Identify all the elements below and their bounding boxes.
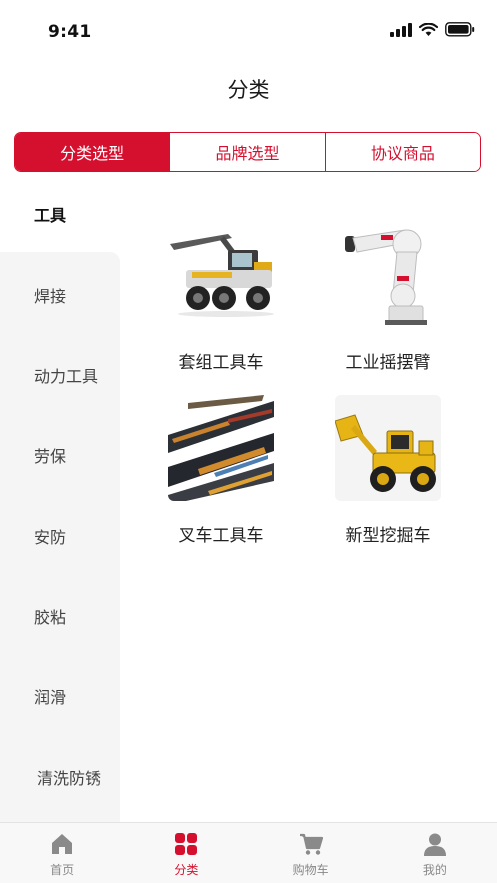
sidebar-list: 焊接 动力工具 劳保 安防 胶粘 润滑 清洗防锈: [0, 252, 120, 822]
tab-label: 购物车: [292, 863, 329, 877]
industrial-robot-arm-image: [335, 222, 441, 328]
sidebar-item-cleaning-rustproof[interactable]: 清洗防锈: [37, 765, 101, 789]
product-card[interactable]: 工业摇摆臂: [313, 222, 463, 373]
category-sidebar: 工具 焊接 动力工具 劳保 安防 胶粘 润滑 清洗防锈: [0, 172, 120, 822]
wheel-loader-image: [335, 395, 441, 501]
wifi-icon: [419, 22, 438, 36]
product-label: 工业摇摆臂: [345, 353, 431, 373]
status-icons: [390, 22, 475, 37]
status-time: 9:41: [48, 22, 92, 42]
home-icon: [52, 834, 73, 854]
abstract-stripes-image: [168, 395, 274, 501]
sidebar-item-power-tools[interactable]: 动力工具: [34, 363, 98, 387]
product-card[interactable]: 套组工具车: [146, 222, 296, 373]
tab-home[interactable]: 首页: [0, 823, 124, 883]
segmented-control: 分类选型 品牌选型 协议商品: [14, 132, 481, 172]
battery-icon: [445, 22, 475, 37]
product-grid: 套组工具车 工业摇摆臂 叉车工具车 新型挖掘车: [120, 172, 497, 822]
tab-category[interactable]: 分类: [124, 823, 248, 883]
bottom-tab-bar: 首页 分类 购物车 我的: [0, 822, 497, 883]
cart-icon: [299, 833, 323, 855]
sidebar-item-labor-protection[interactable]: 劳保: [34, 443, 66, 467]
signal-icon: [390, 22, 412, 37]
tab-category-selection[interactable]: 分类选型: [15, 133, 171, 171]
tab-brand-selection[interactable]: 品牌选型: [170, 133, 326, 171]
sidebar-item-adhesives[interactable]: 胶粘: [34, 604, 66, 628]
tab-agreement-products[interactable]: 协议商品: [325, 133, 480, 171]
tab-cart[interactable]: 购物车: [249, 823, 373, 883]
category-grid-icon: [175, 833, 198, 855]
user-icon: [423, 833, 446, 856]
sidebar-item-lubrication[interactable]: 润滑: [34, 684, 66, 708]
tab-label: 我的: [422, 863, 447, 877]
product-card[interactable]: 新型挖掘车: [313, 395, 463, 546]
sidebar-item-tools[interactable]: 工具: [0, 172, 120, 252]
product-card[interactable]: 叉车工具车: [146, 395, 296, 546]
forestry-harvester-image: [168, 222, 274, 328]
product-label: 叉车工具车: [178, 526, 264, 546]
sidebar-item-security[interactable]: 安防: [34, 524, 66, 548]
tab-label: 分类: [174, 863, 199, 877]
sidebar-item-welding[interactable]: 焊接: [34, 283, 66, 307]
tab-profile[interactable]: 我的: [373, 823, 497, 883]
page-title: 分类: [227, 78, 270, 102]
product-label: 新型挖掘车: [345, 526, 431, 546]
status-bar: 9:41: [0, 0, 497, 60]
sidebar-item-label: 工具: [34, 206, 67, 225]
product-label: 套组工具车: [178, 353, 264, 373]
tab-label: 首页: [50, 863, 75, 877]
